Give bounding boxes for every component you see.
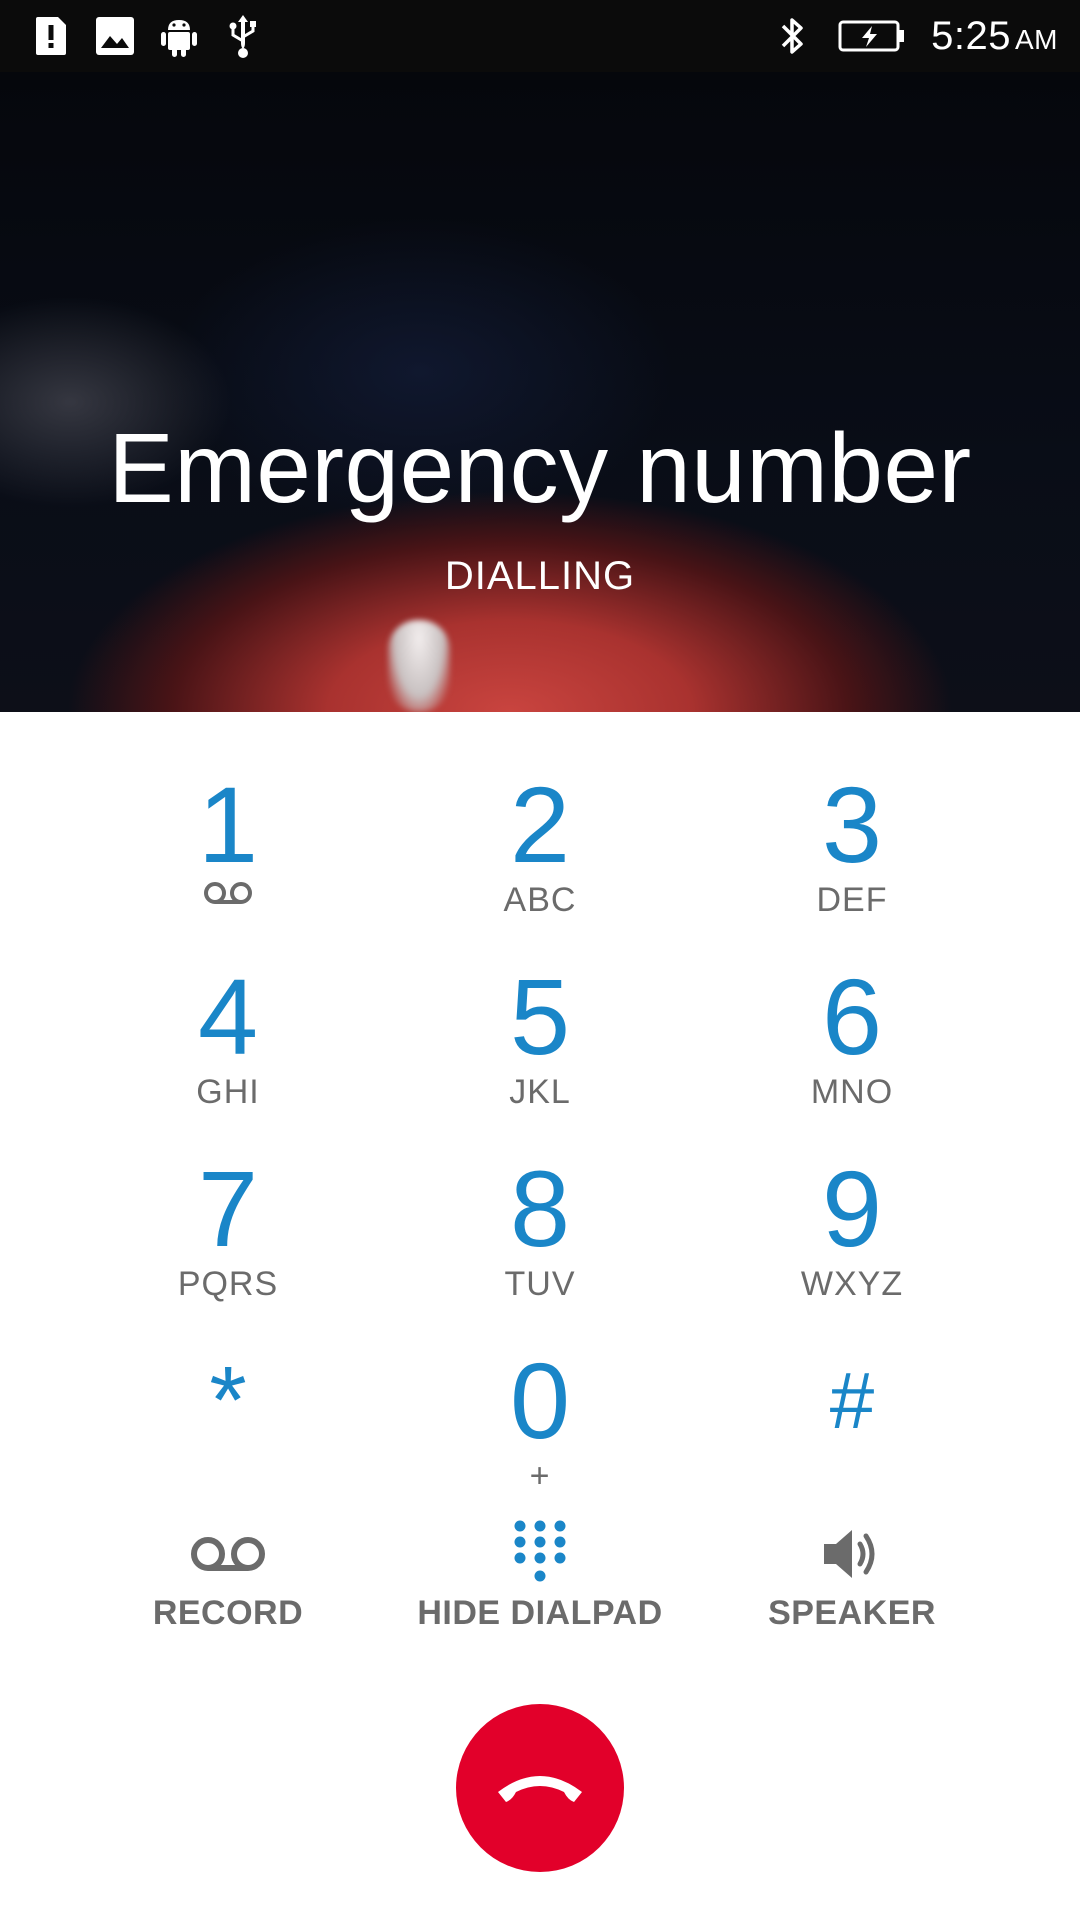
caller-background: Emergency number DIALLING: [0, 72, 1080, 712]
key-letters: WXYZ: [800, 1265, 904, 1303]
key-letters: JKL: [509, 1073, 571, 1111]
speaker-icon: [702, 1514, 1002, 1594]
key-digit: 6: [821, 956, 883, 1077]
record-label: RECORD: [152, 1594, 304, 1632]
dialpad-key-hash[interactable]: #: [702, 1346, 1002, 1516]
alert-sim-icon: [30, 13, 72, 59]
key-digit: 3: [821, 764, 883, 885]
key-letters: DEF: [816, 881, 888, 919]
dialpad-icon: [390, 1514, 690, 1594]
dialpad-key-9[interactable]: 9 WXYZ: [702, 1154, 1002, 1324]
dialpad-key-5[interactable]: 5 JKL: [390, 962, 690, 1132]
dialpad-key-3[interactable]: 3 DEF: [702, 770, 1002, 940]
caller-name: Emergency number: [108, 413, 972, 523]
dialpad-key-0[interactable]: 0 +: [390, 1346, 690, 1516]
key-letters: ABC: [503, 881, 577, 919]
key-digit: #: [829, 1356, 875, 1445]
status-bar: 5:25 AM: [0, 0, 1080, 72]
key-digit: 0: [509, 1340, 571, 1461]
speaker-button[interactable]: SPEAKER: [702, 1514, 1002, 1633]
record-button[interactable]: RECORD: [78, 1514, 378, 1633]
key-digit: 5: [509, 956, 571, 1077]
dialpad-key-6[interactable]: 6 MNO: [702, 962, 1002, 1132]
dialpad-key-2[interactable]: 2 ABC: [390, 770, 690, 940]
key-letters: +: [529, 1457, 551, 1495]
key-digit: 7: [197, 1148, 259, 1269]
key-letters: PQRS: [177, 1265, 279, 1303]
voicemail-icon: [78, 1514, 378, 1594]
android-icon: [158, 13, 200, 59]
dialpad-key-8[interactable]: 8 TUV: [390, 1154, 690, 1324]
speaker-label: SPEAKER: [768, 1594, 936, 1632]
key-letters: MNO: [810, 1073, 894, 1111]
dialpad-key-7[interactable]: 7 PQRS: [78, 1154, 378, 1324]
end-call-button[interactable]: [456, 1704, 624, 1872]
background-image-detail: [388, 620, 450, 712]
dialpad-key-star[interactable]: *: [78, 1346, 378, 1516]
key-letters: GHI: [196, 1073, 260, 1111]
bluetooth-icon: [771, 13, 813, 59]
hide-dialpad-label: HIDE DIALPAD: [417, 1594, 663, 1632]
key-digit: 2: [509, 764, 571, 885]
key-digit: 9: [821, 1148, 883, 1269]
call-state: DIALLING: [444, 554, 636, 598]
key-digit: 1: [197, 764, 259, 885]
image-icon: [94, 13, 136, 59]
usb-icon: [222, 13, 264, 59]
hang-up-icon: [492, 1766, 588, 1811]
clock: 5:25 AM: [931, 13, 1058, 58]
voicemail-icon: [78, 880, 378, 920]
dialpad-key-4[interactable]: 4 GHI: [78, 962, 378, 1132]
key-letters: TUV: [504, 1265, 576, 1303]
hide-dialpad-button[interactable]: HIDE DIALPAD: [390, 1514, 690, 1633]
key-digit: 4: [197, 956, 259, 1077]
battery-charging-icon: [837, 13, 907, 59]
key-digit: 8: [509, 1148, 571, 1269]
key-digit: *: [209, 1347, 247, 1454]
dialpad-key-1[interactable]: 1: [78, 770, 378, 940]
